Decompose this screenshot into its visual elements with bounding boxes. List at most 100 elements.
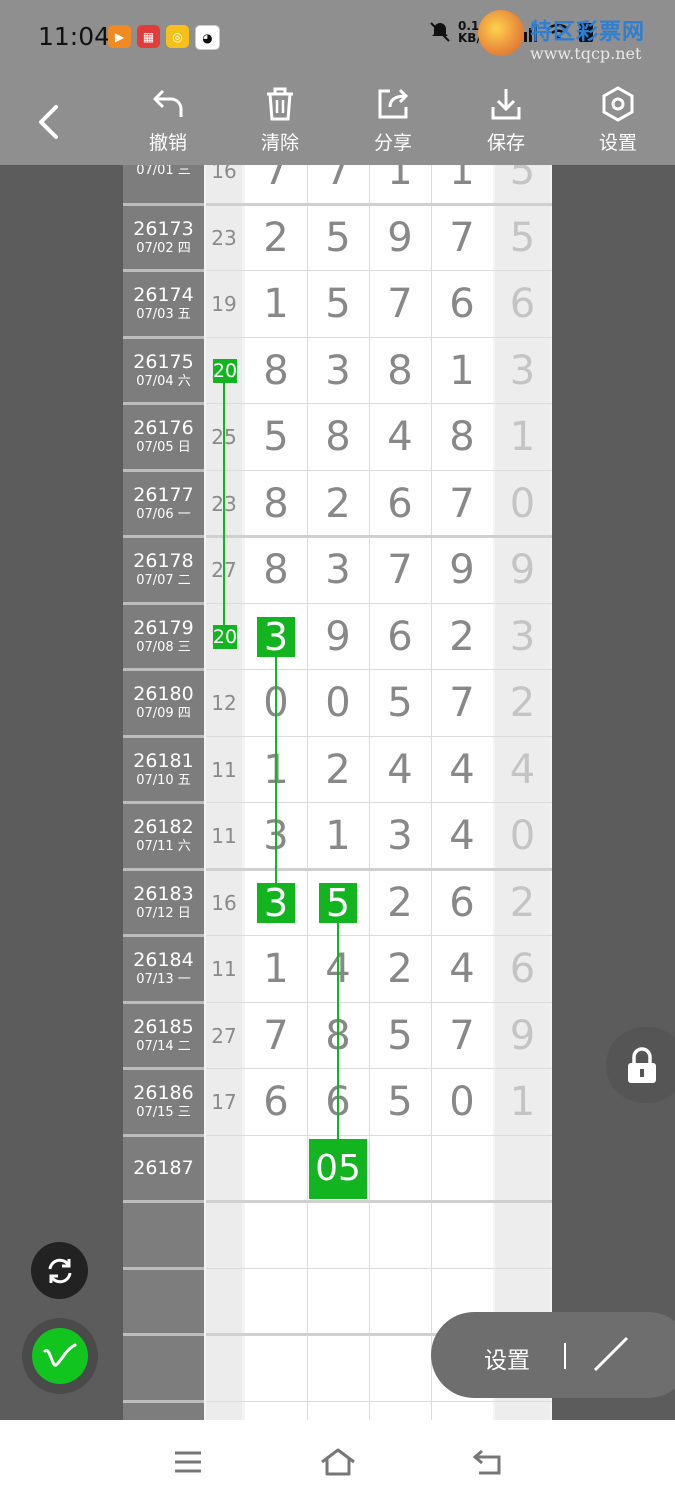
last-digit-cell: 5 bbox=[509, 214, 536, 261]
digit-highlight[interactable]: 3 bbox=[257, 615, 295, 659]
lottery-trend-grid[interactable]: 07/01 三 16 7 7 1 1 5 26173 07/02 四 23 2 5 9 7 5 26174 07… bbox=[123, 165, 552, 1420]
digit-cell[interactable]: 3 bbox=[369, 803, 431, 870]
undo-button[interactable]: 撤销 bbox=[133, 84, 203, 162]
digit-cell[interactable] bbox=[245, 1136, 307, 1203]
digit-cell[interactable]: 4 bbox=[431, 737, 493, 804]
digit-cell[interactable]: 2 bbox=[245, 205, 307, 272]
digit-cell[interactable]: 8 bbox=[431, 404, 493, 471]
digit-cell[interactable]: 1 bbox=[245, 271, 307, 338]
digit-cell[interactable]: 3 bbox=[307, 338, 369, 405]
digit-highlight[interactable]: 3 bbox=[257, 881, 295, 925]
digit-cell[interactable]: 9 bbox=[431, 537, 493, 604]
digit-cell[interactable]: 5 bbox=[369, 670, 431, 737]
digit-cell[interactable]: 2 bbox=[431, 604, 493, 671]
digit-cell[interactable]: 0 bbox=[431, 1069, 493, 1136]
digit-highlight[interactable]: 5 bbox=[319, 881, 357, 925]
digit-cell[interactable]: 7 bbox=[245, 1003, 307, 1070]
recents-button[interactable] bbox=[168, 1442, 208, 1482]
issue-cell: 07/01 三 bbox=[123, 165, 204, 203]
calendar-app-icon: ▦ bbox=[137, 25, 160, 48]
last-digit-cell: 2 bbox=[509, 680, 536, 727]
hexagon-settings-icon bbox=[602, 86, 634, 122]
digit-cell[interactable]: 2 bbox=[307, 471, 369, 538]
digit-cell[interactable]: 2 bbox=[369, 870, 431, 937]
digit-cell[interactable]: 2 bbox=[369, 936, 431, 1003]
digit-cell[interactable]: 4 bbox=[369, 737, 431, 804]
floating-settings-panel[interactable]: 设置 bbox=[431, 1312, 675, 1398]
refresh-button[interactable] bbox=[31, 1242, 88, 1299]
undo-icon bbox=[153, 89, 183, 117]
digit-cell[interactable]: 1 bbox=[369, 165, 431, 205]
digit-cell[interactable]: 6 bbox=[431, 271, 493, 338]
digit-cell[interactable]: 4 bbox=[431, 803, 493, 870]
digit-cell[interactable]: 4 bbox=[431, 936, 493, 1003]
clear-button[interactable]: 清除 bbox=[245, 84, 315, 162]
digit-cell[interactable]: 5 bbox=[369, 1003, 431, 1070]
digit-cell[interactable]: 6 bbox=[369, 604, 431, 671]
share-button[interactable]: 分享 bbox=[358, 84, 428, 162]
pen-tool-button[interactable] bbox=[22, 1318, 98, 1394]
settings-label: 设置 bbox=[598, 132, 637, 154]
digit-cell[interactable]: 1 bbox=[307, 803, 369, 870]
digit-cell[interactable] bbox=[369, 1136, 431, 1203]
digit-cell[interactable]: 4 bbox=[369, 404, 431, 471]
issue-number: 26179 bbox=[133, 616, 194, 639]
settings-button[interactable]: 设置 bbox=[583, 84, 653, 162]
sum-cell: 16 bbox=[211, 890, 237, 915]
issue-number: 26184 bbox=[133, 949, 194, 972]
issue-cell: 26174 07/03 五 bbox=[123, 272, 204, 336]
issue-number: 26175 bbox=[133, 350, 194, 373]
back-button[interactable] bbox=[28, 100, 68, 144]
digit-cell[interactable] bbox=[431, 1136, 493, 1203]
digit-cell[interactable]: 7 bbox=[431, 670, 493, 737]
issue-cell: 26177 07/06 一 bbox=[123, 471, 204, 535]
digit-cell[interactable]: 6 bbox=[431, 870, 493, 937]
issue-number: 26181 bbox=[133, 749, 194, 772]
digit-cell[interactable]: 1 bbox=[431, 338, 493, 405]
digit-cell[interactable]: 7 bbox=[307, 165, 369, 205]
sum-highlight: 20 bbox=[212, 624, 238, 649]
digit-cell[interactable]: 8 bbox=[245, 537, 307, 604]
digit-cell[interactable]: 7 bbox=[245, 165, 307, 205]
digit-cell[interactable]: 0 bbox=[307, 670, 369, 737]
digit-cell[interactable]: 8 bbox=[369, 338, 431, 405]
sum-cell: 11 bbox=[211, 757, 237, 782]
digit-cell[interactable]: 5 bbox=[245, 404, 307, 471]
digit-cell[interactable]: 8 bbox=[245, 338, 307, 405]
digit-cell[interactable]: 7 bbox=[431, 1003, 493, 1070]
save-button[interactable]: 保存 bbox=[471, 84, 541, 162]
digit-cell[interactable]: 7 bbox=[369, 271, 431, 338]
last-digit-cell: 2 bbox=[509, 879, 536, 926]
digit-cell[interactable]: 1 bbox=[431, 165, 493, 205]
floating-settings-label[interactable]: 设置 bbox=[484, 1341, 530, 1375]
prediction-box[interactable]: 05 bbox=[309, 1138, 367, 1199]
last-digit-cell: 9 bbox=[509, 547, 536, 594]
digit-cell[interactable]: 6 bbox=[245, 1069, 307, 1136]
sum-cell: 11 bbox=[211, 957, 237, 982]
last-digit-cell: 1 bbox=[509, 414, 536, 461]
issue-date: 07/05 日 bbox=[136, 440, 191, 456]
last-digit-cell: 1 bbox=[509, 1079, 536, 1126]
digit-cell[interactable]: 3 bbox=[307, 537, 369, 604]
digit-cell[interactable]: 7 bbox=[431, 471, 493, 538]
digit-cell[interactable]: 5 bbox=[307, 205, 369, 272]
digit-cell[interactable]: 9 bbox=[369, 205, 431, 272]
digit-cell[interactable]: 8 bbox=[307, 404, 369, 471]
last-digit-cell: 0 bbox=[509, 480, 536, 527]
home-button[interactable] bbox=[318, 1442, 358, 1482]
digit-cell[interactable]: 1 bbox=[245, 936, 307, 1003]
digit-cell[interactable]: 6 bbox=[369, 471, 431, 538]
issue-number: 26177 bbox=[133, 483, 194, 506]
digit-cell[interactable]: 5 bbox=[369, 1069, 431, 1136]
back-nav-button[interactable] bbox=[467, 1442, 507, 1482]
digit-cell[interactable]: 8 bbox=[245, 471, 307, 538]
digit-cell[interactable]: 7 bbox=[369, 537, 431, 604]
line-tool-icon[interactable] bbox=[589, 1332, 633, 1376]
issue-cell: 26182 07/11 六 bbox=[123, 804, 204, 868]
undo-label: 撤销 bbox=[148, 132, 187, 154]
digit-cell[interactable]: 9 bbox=[307, 604, 369, 671]
digit-cell[interactable]: 2 bbox=[307, 737, 369, 804]
lock-button[interactable] bbox=[606, 1027, 675, 1103]
digit-cell[interactable]: 7 bbox=[431, 205, 493, 272]
digit-cell[interactable]: 5 bbox=[307, 271, 369, 338]
